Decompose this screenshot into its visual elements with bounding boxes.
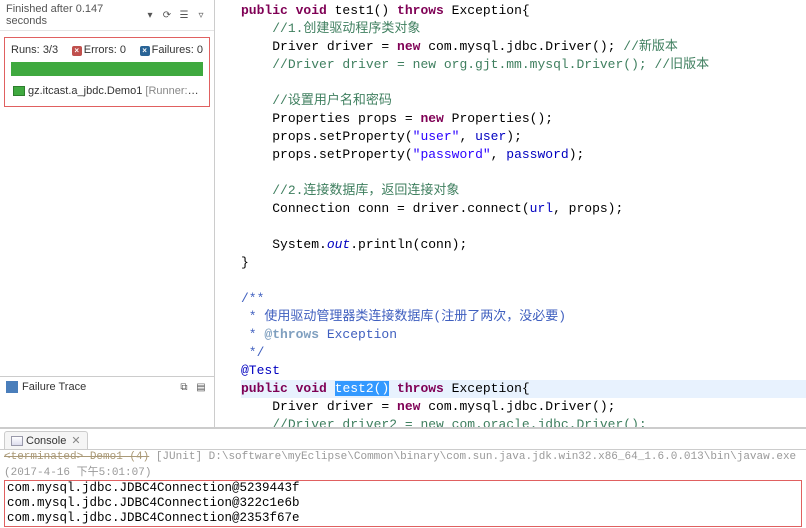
- runs-value: 3/3: [43, 44, 58, 56]
- trace-icon: [6, 381, 18, 393]
- failure-trace-header: Failure Trace ⧉ ▤: [0, 376, 214, 397]
- test-tree-item[interactable]: gz.itcast.a_jbdc.Demo1 [Runner: JUnit 4]…: [9, 82, 205, 100]
- history-icon[interactable]: ⟳: [160, 8, 174, 22]
- terminated-line: <terminated> Demo1 (4) [JUnit] D:\softwa…: [4, 451, 802, 479]
- errors-value: 0: [120, 44, 126, 56]
- junit-panel: Finished after 0.147 seconds ▾ ⟳ ☰ ▿ Run…: [0, 0, 215, 427]
- progress-bar: [11, 62, 203, 76]
- filter-icon[interactable]: ▤: [194, 380, 208, 394]
- console-tab[interactable]: Console ✕: [4, 431, 88, 449]
- test-pass-icon: [13, 86, 25, 96]
- collapse-icon[interactable]: ▾: [143, 8, 157, 22]
- failures-label: Failures:: [152, 44, 194, 56]
- output-line: com.mysql.jdbc.JDBC4Connection@5239443f: [7, 481, 799, 496]
- code-editor[interactable]: public void test1() throws Exception{ //…: [215, 0, 806, 427]
- failure-icon: ×: [140, 46, 150, 56]
- console-icon: [11, 436, 23, 446]
- console-output: com.mysql.jdbc.JDBC4Connection@5239443f …: [4, 480, 802, 527]
- output-line: com.mysql.jdbc.JDBC4Connection@2353f67e: [7, 511, 799, 526]
- code-content: public void test1() throws Exception{ //…: [215, 0, 806, 427]
- output-line: com.mysql.jdbc.JDBC4Connection@322c1e6b: [7, 496, 799, 511]
- console-tab-label: Console: [26, 435, 66, 447]
- test-runner: [Runner: JUnit 4] (0.1: [145, 85, 205, 97]
- failures-value: 0: [197, 44, 203, 56]
- error-icon: ×: [72, 46, 82, 56]
- runs-label: Runs:: [11, 44, 40, 56]
- console-view: Console ✕ <terminated> Demo1 (4) [JUnit]…: [0, 428, 806, 500]
- junit-stats: Runs: 3/3 ×Errors: 0 ×Failures: 0 gz.itc…: [4, 37, 210, 107]
- menu-icon[interactable]: ☰: [177, 8, 191, 22]
- junit-status: Finished after 0.147 seconds: [6, 3, 137, 27]
- compare-icon[interactable]: ⧉: [177, 380, 191, 394]
- failure-trace-label: Failure Trace: [22, 381, 86, 393]
- dropdown-icon[interactable]: ▿: [194, 8, 208, 22]
- close-icon[interactable]: ✕: [71, 434, 80, 447]
- errors-label: Errors:: [84, 44, 117, 56]
- test-class: gz.itcast.a_jbdc.Demo1: [28, 85, 142, 97]
